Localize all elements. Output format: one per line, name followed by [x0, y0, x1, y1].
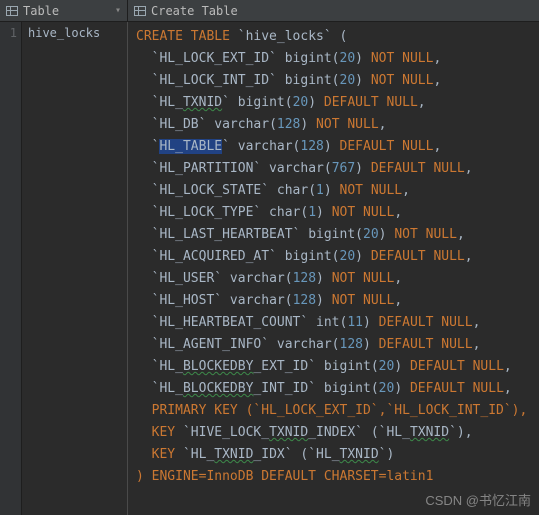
pane-headers: Table ▾ Create Table: [0, 0, 539, 22]
table-dropdown-label: Table: [23, 4, 59, 18]
watermark: CSDN @书忆江南: [425, 490, 531, 509]
chevron-down-icon: ▾: [115, 5, 121, 16]
table-dropdown[interactable]: Table ▾: [0, 0, 128, 21]
row-number: 1: [0, 26, 17, 40]
row-gutter: 1: [0, 22, 22, 515]
ddl-tab[interactable]: Create Table: [128, 0, 539, 21]
sql-code: CREATE TABLE `hive_locks` ( `HL_LOCK_EXT…: [136, 26, 539, 488]
table-icon: [6, 6, 18, 16]
content-area: 1 hive_locks CREATE TABLE `hive_locks` (…: [0, 22, 539, 515]
table-name: hive_locks: [28, 26, 100, 40]
table-icon: [134, 6, 146, 16]
table-row[interactable]: hive_locks: [28, 26, 121, 40]
ddl-tab-label: Create Table: [151, 4, 238, 18]
table-list: hive_locks: [22, 22, 127, 515]
sql-editor[interactable]: CREATE TABLE `hive_locks` ( `HL_LOCK_EXT…: [128, 22, 539, 515]
table-list-pane: 1 hive_locks: [0, 22, 128, 515]
